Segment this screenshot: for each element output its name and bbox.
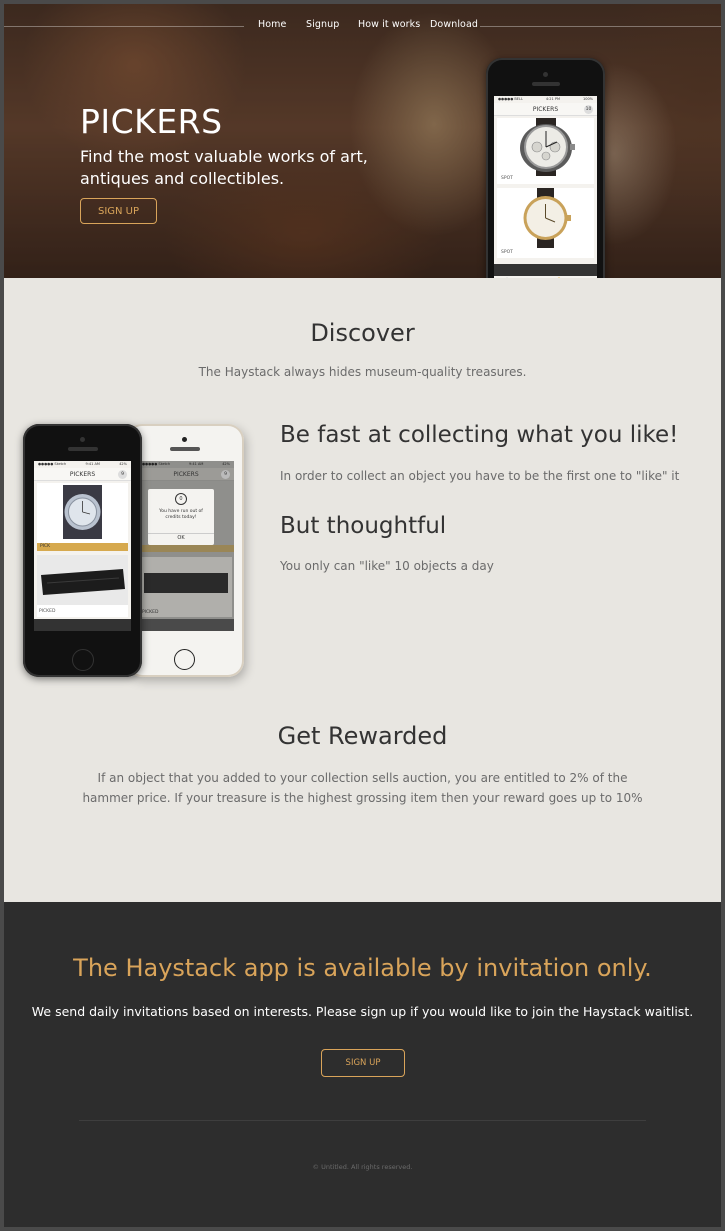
feature-text-fast: In order to collect an object you have t… — [280, 469, 680, 483]
user-icon[interactable] — [92, 623, 97, 628]
picked-label: PICKED — [39, 609, 56, 614]
phone-home-button — [72, 649, 94, 671]
cta-signup-button[interactable]: SIGN UP — [321, 1049, 405, 1077]
bell-icon[interactable] — [116, 623, 121, 628]
nav-how-it-works[interactable]: How it works — [358, 19, 420, 30]
hero-phone-screen: ●●●●● BELL 4:21 PM 100% PICKERS 10 SPOT … — [494, 96, 597, 278]
gift-icon[interactable] — [172, 623, 177, 628]
pick-bar — [138, 545, 234, 552]
status-carrier: ●●●●● BELL — [498, 97, 523, 101]
phone-speaker — [532, 82, 560, 86]
rewarded-title: Get Rewarded — [277, 722, 448, 750]
bell-icon[interactable] — [582, 268, 587, 278]
item-card[interactable]: SPOT — [497, 118, 594, 184]
cta-text: We send daily invitations based on inter… — [31, 1004, 694, 1019]
discover-title: Discover — [310, 319, 415, 347]
app-tab-bar — [138, 619, 234, 631]
status-carrier: ●●●●● Sketch — [142, 462, 171, 466]
item-image — [144, 573, 228, 593]
phone-white-mockup: ●●●●● Sketch 9:41 AM 42% PICKERS 9 0 You… — [126, 424, 244, 677]
bell-icon[interactable] — [220, 623, 225, 628]
top-nav: Home Signup How it works Download — [244, 19, 480, 35]
copyright: © Untitled. All rights reserved. — [312, 1163, 413, 1171]
app-tab-bar — [494, 264, 597, 278]
rewarded-text: If an object that you added to your coll… — [82, 771, 643, 805]
status-battery: 100% — [582, 97, 593, 101]
phone-white-screen: ●●●●● Sketch 9:41 AM 42% PICKERS 9 0 You… — [138, 461, 234, 631]
hero-section: Home Signup How it works Download PICKER… — [4, 4, 721, 278]
nav-home[interactable]: Home — [258, 19, 286, 30]
page-frame: Home Signup How it works Download PICKER… — [4, 4, 721, 1227]
nav-divider-right — [480, 26, 721, 27]
status-carrier: ●●●●● Sketch — [38, 462, 67, 466]
phone-speaker — [170, 447, 200, 451]
status-battery: 42% — [119, 462, 127, 466]
user-icon[interactable] — [556, 268, 561, 278]
phone-black-mockup: ●●●●● Sketch 9:41 AM 42% PICKERS 9 PICK — [23, 424, 142, 677]
item-card[interactable] — [37, 483, 128, 543]
watch-image-gold — [523, 188, 571, 248]
app-title: PICKERS — [532, 106, 559, 113]
hero-phone-mockup: ●●●●● BELL 4:21 PM 100% PICKERS 10 SPOT … — [486, 58, 605, 278]
nav-download[interactable]: Download — [430, 19, 478, 30]
credits-badge: 9 — [221, 470, 230, 479]
dialog-count: 0 — [175, 493, 187, 505]
watch-image-pocket — [63, 485, 102, 539]
status-time: 9:41 AM — [85, 462, 100, 466]
status-bar: ●●●●● BELL 4:21 PM 100% — [494, 96, 597, 103]
hero-overlay — [4, 4, 721, 278]
status-battery: 42% — [222, 462, 230, 466]
user-icon[interactable] — [196, 623, 201, 628]
app-header: PICKERS 10 — [494, 103, 597, 116]
credits-badge: 10 — [584, 105, 593, 114]
status-time: 4:21 PM — [545, 97, 560, 101]
credits-dialog: 0 You have run out of credits today! OK — [148, 489, 214, 545]
watch-image-chronograph — [520, 118, 575, 176]
home-icon[interactable] — [148, 623, 153, 628]
item-card[interactable]: PICKED — [37, 555, 128, 617]
app-header: PICKERS 9 — [34, 468, 131, 481]
feature-text-thoughtful: You only can "like" 10 objects a day — [280, 559, 494, 573]
home-icon[interactable] — [44, 623, 49, 628]
hero-subtitle: Find the most valuable works of art, ant… — [80, 147, 368, 188]
item-card: PICKED — [140, 557, 232, 617]
app-tab-bar — [34, 619, 131, 631]
status-time: 9:41 AM — [189, 462, 204, 466]
gift-icon[interactable] — [68, 623, 73, 628]
phone-camera — [543, 72, 548, 77]
nav-divider-left — [4, 26, 244, 27]
credits-badge: 9 — [118, 470, 127, 479]
dialog-text: You have run out of credits today! — [159, 509, 203, 520]
phone-camera — [80, 437, 85, 442]
phone-home-button — [174, 649, 195, 670]
nav-signup[interactable]: Signup — [306, 19, 339, 30]
app-header: PICKERS 9 — [138, 468, 234, 481]
picked-label: PICKED — [142, 610, 159, 615]
pick-bar[interactable]: PICK — [37, 543, 128, 551]
status-bar: ●●●●● Sketch 9:41 AM 42% — [138, 461, 234, 468]
app-title: PICKERS — [69, 471, 96, 478]
gift-icon[interactable] — [530, 268, 537, 278]
phone-black-screen: ●●●●● Sketch 9:41 AM 42% PICKERS 9 PICK — [34, 461, 131, 631]
feature-title-thoughtful: But thoughtful — [280, 513, 447, 539]
phone-speaker — [68, 447, 98, 451]
hero-title: PICKERS — [80, 102, 223, 141]
spot-label: SPOT — [501, 250, 513, 255]
dialog-divider — [148, 533, 214, 534]
feature-title-fast: Be fast at collecting what you like! — [280, 422, 679, 448]
dialog-ok-button[interactable]: OK — [148, 535, 214, 541]
app-title: PICKERS — [173, 471, 199, 478]
footer-divider — [79, 1120, 646, 1121]
hero-signup-button[interactable]: SIGN UP — [80, 198, 157, 224]
item-card[interactable]: SPOT — [497, 188, 594, 258]
case-image — [37, 555, 128, 605]
cta-section: The Haystack app is available by invitat… — [4, 902, 721, 1227]
spot-label: SPOT — [501, 176, 513, 181]
discover-text: The Haystack always hides museum-quality… — [198, 365, 527, 379]
phone-camera — [182, 437, 187, 442]
cta-title: The Haystack app is available by invitat… — [73, 954, 652, 982]
home-icon[interactable] — [504, 268, 509, 278]
status-bar: ●●●●● Sketch 9:41 AM 42% — [34, 461, 131, 468]
